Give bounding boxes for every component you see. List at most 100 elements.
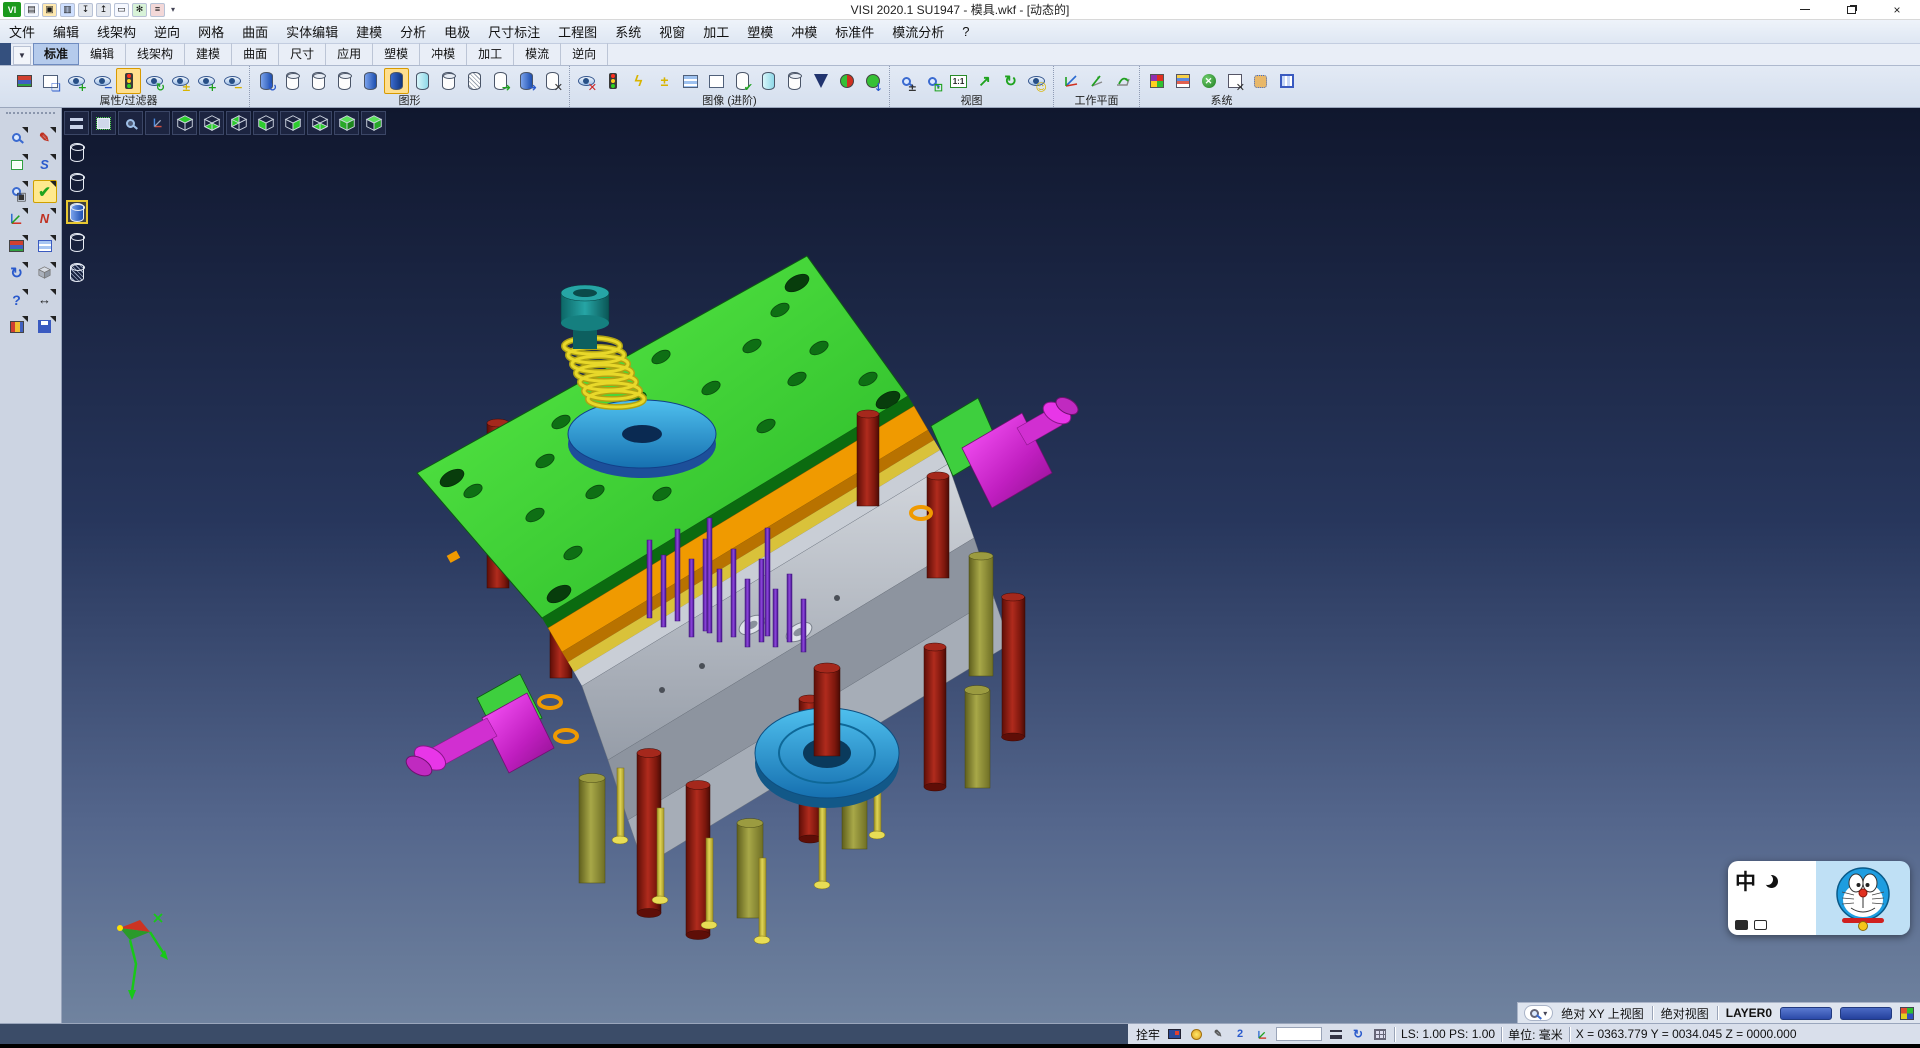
- ime-language-indicator[interactable]: 中: [1735, 866, 1756, 896]
- selection-frame-icon[interactable]: [5, 153, 29, 176]
- import-icon[interactable]: ↧: [78, 3, 93, 17]
- view-eye-icon[interactable]: ☺: [1024, 68, 1049, 94]
- modify-curve-icon[interactable]: S: [33, 153, 57, 176]
- current-filter-cylinder-icon[interactable]: [66, 200, 88, 224]
- zoom-options-icon[interactable]: [5, 126, 29, 149]
- menu-standard-parts[interactable]: 标准件: [826, 20, 883, 43]
- color-palette-icon[interactable]: [1144, 68, 1169, 94]
- cyan-cylinder-icon[interactable]: [756, 68, 781, 94]
- menu-analysis[interactable]: 分析: [391, 20, 435, 43]
- zoom-1to1-icon[interactable]: 1:1: [946, 68, 971, 94]
- palette-mini-icon[interactable]: [1900, 1007, 1914, 1020]
- new-file-icon[interactable]: ▤: [24, 3, 39, 17]
- axes-mini-icon[interactable]: [1254, 1027, 1270, 1042]
- menu-file[interactable]: 文件: [0, 20, 44, 43]
- screen-icon[interactable]: [1166, 1027, 1182, 1042]
- hide-entities-eye-icon[interactable]: −: [90, 68, 115, 94]
- copy-attributes-icon[interactable]: ❏: [38, 68, 63, 94]
- zoom-extents-icon[interactable]: ▣: [5, 180, 29, 203]
- sphere-render-icon[interactable]: [834, 68, 859, 94]
- menu-solid-edit[interactable]: 实体编辑: [277, 20, 347, 43]
- menu-mesh[interactable]: 网格: [189, 20, 233, 43]
- layer-outline-1-icon[interactable]: [280, 68, 305, 94]
- view-mode-label[interactable]: 绝对 XY 上视图: [1561, 1005, 1643, 1022]
- toolbar-drag-handle[interactable]: [6, 112, 55, 120]
- tab-progress[interactable]: 冲模: [420, 43, 467, 65]
- cube-back-view-icon[interactable]: [226, 111, 251, 135]
- mold-model[interactable]: [62, 108, 1920, 1023]
- layers-window-icon[interactable]: [33, 234, 57, 257]
- freeform-curve-icon[interactable]: N: [33, 207, 57, 230]
- erase-icon[interactable]: ✎: [33, 126, 57, 149]
- pan-arrow-icon[interactable]: ↗: [972, 68, 997, 94]
- moon-icon[interactable]: [1765, 875, 1778, 888]
- tab-modeling[interactable]: 建模: [185, 43, 232, 65]
- layer-color-swatch-2[interactable]: [1840, 1007, 1892, 1020]
- view-frame-icon[interactable]: [91, 111, 116, 135]
- keyboard-icon[interactable]: [1754, 920, 1767, 930]
- tab-surface[interactable]: 曲面: [232, 43, 279, 65]
- blue-sprue-disc[interactable]: [568, 400, 716, 478]
- chart-window-icon[interactable]: [1170, 68, 1195, 94]
- tab-dimension[interactable]: 尺寸: [279, 43, 326, 65]
- minimize-button[interactable]: [1782, 0, 1828, 19]
- show-all-eye-icon[interactable]: +: [194, 68, 219, 94]
- customize-dropdown-icon[interactable]: ▾: [168, 5, 178, 14]
- value-field[interactable]: [1276, 1027, 1322, 1041]
- save-file-icon[interactable]: ▥: [60, 3, 75, 17]
- panel-white-icon[interactable]: [704, 68, 729, 94]
- toggle-visibility-eye-icon[interactable]: ±: [168, 68, 193, 94]
- workplane-axes-icon[interactable]: [1058, 68, 1083, 94]
- tab-mould[interactable]: 塑模: [373, 43, 420, 65]
- menu-drawing[interactable]: 工程图: [549, 20, 606, 43]
- solid-cube-icon[interactable]: [33, 261, 57, 284]
- edit-pencil-icon[interactable]: ✎: [1210, 1027, 1226, 1042]
- list-mini-icon[interactable]: [1328, 1027, 1344, 1042]
- tab-standard[interactable]: 标准: [33, 43, 79, 65]
- shield-icon[interactable]: [808, 68, 833, 94]
- layer-color-swatch-1[interactable]: [1780, 1007, 1832, 1020]
- cube-top-view-icon[interactable]: [172, 111, 197, 135]
- layer-settings-icon[interactable]: ✕: [540, 68, 565, 94]
- zoom-dynamic-icon[interactable]: ±: [894, 68, 919, 94]
- copy-to-layer-icon[interactable]: ➜: [514, 68, 539, 94]
- cube-front-view-icon[interactable]: [307, 111, 332, 135]
- menu-dimension[interactable]: 尺寸标注: [479, 20, 549, 43]
- menu-wireframe[interactable]: 线架构: [88, 20, 145, 43]
- attributes-books-icon[interactable]: [5, 234, 29, 257]
- help-2-icon[interactable]: 2: [1232, 1027, 1248, 1042]
- help-question-icon[interactable]: ?: [5, 288, 29, 311]
- zoom-window-icon[interactable]: ⊡: [920, 68, 945, 94]
- layer-cyan-icon[interactable]: [410, 68, 435, 94]
- filter-cylinder-4-icon[interactable]: [66, 230, 88, 254]
- menu-mould[interactable]: 塑模: [738, 20, 782, 43]
- move-to-layer-icon[interactable]: ➜: [488, 68, 513, 94]
- view-list-icon[interactable]: [64, 111, 89, 135]
- plus-minus-icon[interactable]: ±: [652, 68, 677, 94]
- tab-application[interactable]: 应用: [326, 43, 373, 65]
- transform-axes-icon[interactable]: [5, 207, 29, 230]
- cube-iso-view-icon[interactable]: [334, 111, 359, 135]
- filter-cylinder-2-icon[interactable]: [66, 170, 88, 194]
- menu-modeling[interactable]: 建模: [347, 20, 391, 43]
- panel-blue-icon[interactable]: [678, 68, 703, 94]
- settings-icon[interactable]: ✻: [132, 3, 147, 17]
- workplane-rotate-icon[interactable]: [1110, 68, 1135, 94]
- filter-cylinder-1-icon[interactable]: [66, 140, 88, 164]
- recent-files-icon[interactable]: ≡: [150, 3, 165, 17]
- close-button[interactable]: ×: [1874, 0, 1920, 19]
- visi-logo[interactable]: VI: [3, 2, 21, 17]
- menu-system[interactable]: 系统: [606, 20, 650, 43]
- validate-check-icon[interactable]: ✔: [33, 180, 57, 203]
- search-dropdown-icon[interactable]: ▾: [1543, 1009, 1547, 1018]
- save-session-icon[interactable]: [33, 315, 57, 338]
- menu-flow-analysis[interactable]: 模流分析: [883, 20, 953, 43]
- sphere-arrow-icon[interactable]: ↓: [860, 68, 885, 94]
- measure-icon[interactable]: ↔: [33, 288, 57, 311]
- refresh-mini-icon[interactable]: ↻: [1350, 1027, 1366, 1042]
- 3d-viewport[interactable]: 中: [62, 108, 1920, 1023]
- globe-tools-icon[interactable]: ✕: [1196, 68, 1221, 94]
- menu-reverse[interactable]: 逆向: [145, 20, 189, 43]
- view-search[interactable]: ▾: [1524, 1005, 1553, 1021]
- menu-progress[interactable]: 冲模: [782, 20, 826, 43]
